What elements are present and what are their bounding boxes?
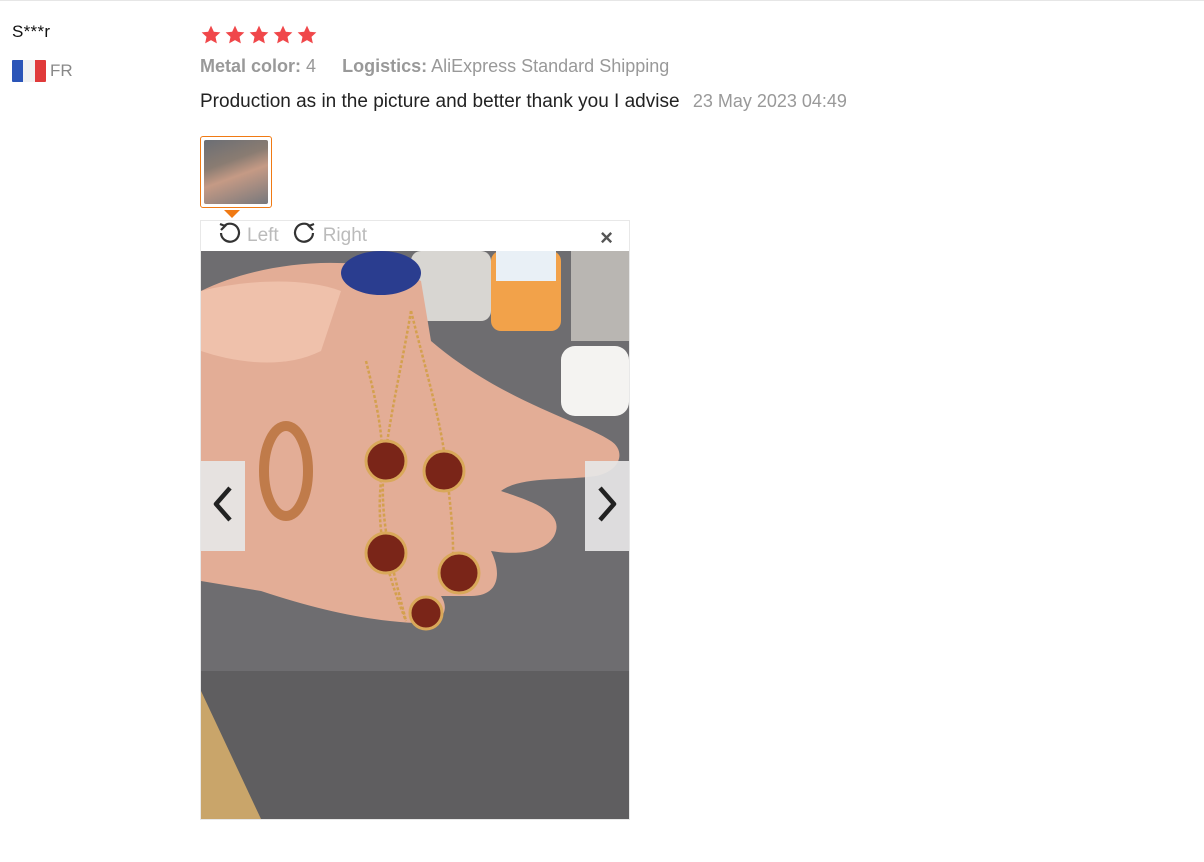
review-body: Metal color: 4 Logistics: AliExpress Sta… — [200, 22, 1180, 113]
review-attributes: Metal color: 4 Logistics: AliExpress Sta… — [200, 56, 1180, 77]
rotate-left-icon — [217, 221, 241, 251]
rotate-right-icon — [293, 221, 317, 251]
star-rating — [200, 22, 1180, 48]
top-divider — [0, 0, 1204, 1]
rotate-left-button[interactable]: Left — [217, 221, 279, 251]
thumbnail-image — [204, 140, 268, 204]
review-text-line: Production as in the picture and better … — [200, 91, 1180, 113]
reviewer-info: S***r FR — [12, 22, 73, 82]
star-icon — [224, 24, 246, 46]
attr-value-logistics: AliExpress Standard Shipping — [431, 56, 670, 76]
reviewer-country: FR — [12, 60, 73, 82]
attr-label-logistics: Logistics: — [342, 56, 428, 76]
chevron-left-icon — [208, 484, 238, 529]
star-icon — [272, 24, 294, 46]
star-icon — [200, 24, 222, 46]
selected-thumbnail-caret — [224, 210, 240, 218]
chevron-right-icon — [592, 484, 622, 529]
attr-label-metal-color: Metal color: — [200, 56, 302, 76]
france-flag-icon — [12, 60, 46, 82]
star-icon — [296, 24, 318, 46]
review-date: 23 May 2023 04:49 — [692, 91, 847, 111]
attr-value-metal-color: 4 — [306, 56, 317, 76]
rotate-right-button[interactable]: Right — [293, 221, 367, 251]
close-viewer-button[interactable]: × — [600, 225, 613, 251]
country-code: FR — [50, 61, 73, 80]
next-photo-button[interactable] — [585, 461, 629, 551]
viewer-toolbar: Left Right × — [201, 221, 629, 251]
photo-viewer: Left Right × — [200, 220, 630, 820]
reviewer-name: S***r — [12, 22, 51, 41]
rotate-right-label: Right — [322, 225, 368, 246]
review-photo — [201, 251, 629, 819]
previous-photo-button[interactable] — [201, 461, 245, 551]
review-thumbnail-strip — [200, 136, 272, 218]
review-photo-thumbnail[interactable] — [200, 136, 272, 208]
review-text: Production as in the picture and better … — [200, 91, 680, 112]
star-icon — [248, 24, 270, 46]
rotate-left-label: Left — [247, 225, 279, 246]
